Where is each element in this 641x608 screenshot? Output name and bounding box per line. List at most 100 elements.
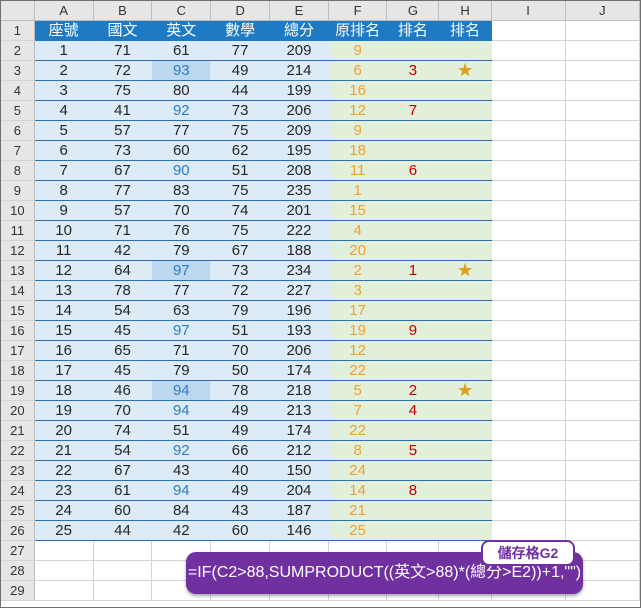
empty-cell[interactable] [491, 380, 566, 401]
table-cell[interactable]: 64 [93, 260, 153, 281]
empty-cell[interactable] [491, 240, 566, 261]
empty-cell[interactable] [565, 80, 640, 101]
table-cell[interactable] [386, 420, 440, 441]
empty-cell[interactable] [491, 400, 566, 421]
star-icon[interactable]: ★ [438, 380, 492, 401]
table-cell[interactable]: 6 [328, 60, 388, 81]
table-cell[interactable]: 3 [328, 280, 388, 301]
table-cell[interactable]: 77 [210, 40, 271, 61]
row-header[interactable]: 26 [1, 520, 35, 541]
table-cell[interactable]: 9 [328, 40, 388, 61]
table-cell[interactable]: 234 [269, 260, 329, 281]
empty-cell[interactable] [491, 420, 566, 441]
table-cell[interactable]: 174 [269, 360, 329, 381]
table-cell[interactable]: 94 [151, 380, 212, 401]
table-cell[interactable]: 12 [328, 340, 388, 361]
table-cell[interactable] [386, 460, 440, 481]
table-cell[interactable]: 12 [328, 100, 388, 121]
empty-cell[interactable] [565, 220, 640, 241]
table-cell[interactable] [386, 300, 440, 321]
table-cell[interactable]: 43 [151, 460, 212, 481]
row-header[interactable]: 22 [1, 440, 35, 461]
table-cell[interactable]: 2 [34, 60, 94, 81]
table-cell[interactable]: 44 [210, 80, 271, 101]
table-cell[interactable]: 78 [93, 280, 153, 301]
column-header-d[interactable]: D [210, 1, 271, 21]
table-cell[interactable]: 16 [328, 80, 388, 101]
row-header[interactable]: 27 [1, 540, 35, 561]
table-cell[interactable]: 208 [269, 160, 329, 181]
empty-cell[interactable] [565, 380, 640, 401]
table-cell[interactable]: 50 [210, 360, 271, 381]
row-header[interactable]: 12 [1, 240, 35, 261]
table-cell[interactable]: 42 [93, 240, 153, 261]
table-cell[interactable]: 214 [269, 60, 329, 81]
table-cell[interactable]: 71 [93, 40, 153, 61]
table-cell[interactable]: 15 [34, 320, 94, 341]
table-cell[interactable]: 93 [151, 60, 212, 81]
row-header[interactable]: 9 [1, 180, 35, 201]
table-cell[interactable]: 71 [93, 220, 153, 241]
empty-cell[interactable] [34, 540, 94, 561]
empty-cell[interactable] [491, 300, 566, 321]
empty-cell[interactable] [565, 40, 640, 61]
header-cell[interactable]: 座號 [34, 20, 94, 41]
table-cell[interactable]: 6 [386, 160, 440, 181]
table-cell[interactable]: 78 [210, 380, 271, 401]
table-cell[interactable]: 8 [34, 180, 94, 201]
table-cell[interactable]: 3 [386, 60, 440, 81]
empty-cell[interactable] [34, 580, 94, 601]
table-cell[interactable]: 77 [151, 120, 212, 141]
empty-cell[interactable] [491, 440, 566, 461]
empty-cell[interactable] [491, 180, 566, 201]
row-header[interactable]: 11 [1, 220, 35, 241]
table-cell[interactable]: 75 [210, 220, 271, 241]
row-header[interactable]: 2 [1, 40, 35, 61]
table-cell[interactable]: 15 [328, 200, 388, 221]
table-cell[interactable] [438, 160, 492, 181]
table-cell[interactable]: 40 [210, 460, 271, 481]
table-cell[interactable]: 7 [328, 400, 388, 421]
empty-cell[interactable] [565, 500, 640, 521]
row-header[interactable]: 18 [1, 360, 35, 381]
row-header[interactable]: 17 [1, 340, 35, 361]
table-cell[interactable]: 77 [151, 280, 212, 301]
table-cell[interactable] [438, 440, 492, 461]
empty-cell[interactable] [565, 180, 640, 201]
table-cell[interactable]: 23 [34, 480, 94, 501]
table-cell[interactable]: 44 [93, 520, 153, 541]
column-header-j[interactable]: J [565, 1, 640, 21]
empty-cell[interactable] [491, 200, 566, 221]
table-cell[interactable]: 19 [34, 400, 94, 421]
table-cell[interactable]: 92 [151, 100, 212, 121]
table-cell[interactable] [386, 40, 440, 61]
table-cell[interactable]: 18 [34, 380, 94, 401]
empty-cell[interactable] [565, 460, 640, 481]
table-cell[interactable] [386, 500, 440, 521]
empty-cell[interactable] [565, 340, 640, 361]
row-header[interactable]: 14 [1, 280, 35, 301]
empty-cell[interactable] [565, 260, 640, 281]
row-header[interactable]: 19 [1, 380, 35, 401]
table-cell[interactable]: 73 [210, 100, 271, 121]
table-cell[interactable]: 25 [328, 520, 388, 541]
table-cell[interactable]: 8 [328, 440, 388, 461]
column-header-b[interactable]: B [93, 1, 153, 21]
table-cell[interactable] [438, 220, 492, 241]
table-cell[interactable]: 70 [93, 400, 153, 421]
table-cell[interactable]: 42 [151, 520, 212, 541]
table-cell[interactable]: 45 [93, 360, 153, 381]
table-cell[interactable]: 51 [210, 160, 271, 181]
table-cell[interactable]: 201 [269, 200, 329, 221]
empty-cell[interactable] [565, 20, 640, 41]
table-cell[interactable] [438, 360, 492, 381]
table-cell[interactable] [386, 360, 440, 381]
column-header-i[interactable]: I [491, 1, 566, 21]
table-cell[interactable]: 18 [328, 140, 388, 161]
table-cell[interactable]: 196 [269, 300, 329, 321]
empty-cell[interactable] [491, 340, 566, 361]
table-cell[interactable]: 204 [269, 480, 329, 501]
table-cell[interactable]: 9 [386, 320, 440, 341]
table-cell[interactable]: 94 [151, 400, 212, 421]
table-cell[interactable]: 80 [151, 80, 212, 101]
